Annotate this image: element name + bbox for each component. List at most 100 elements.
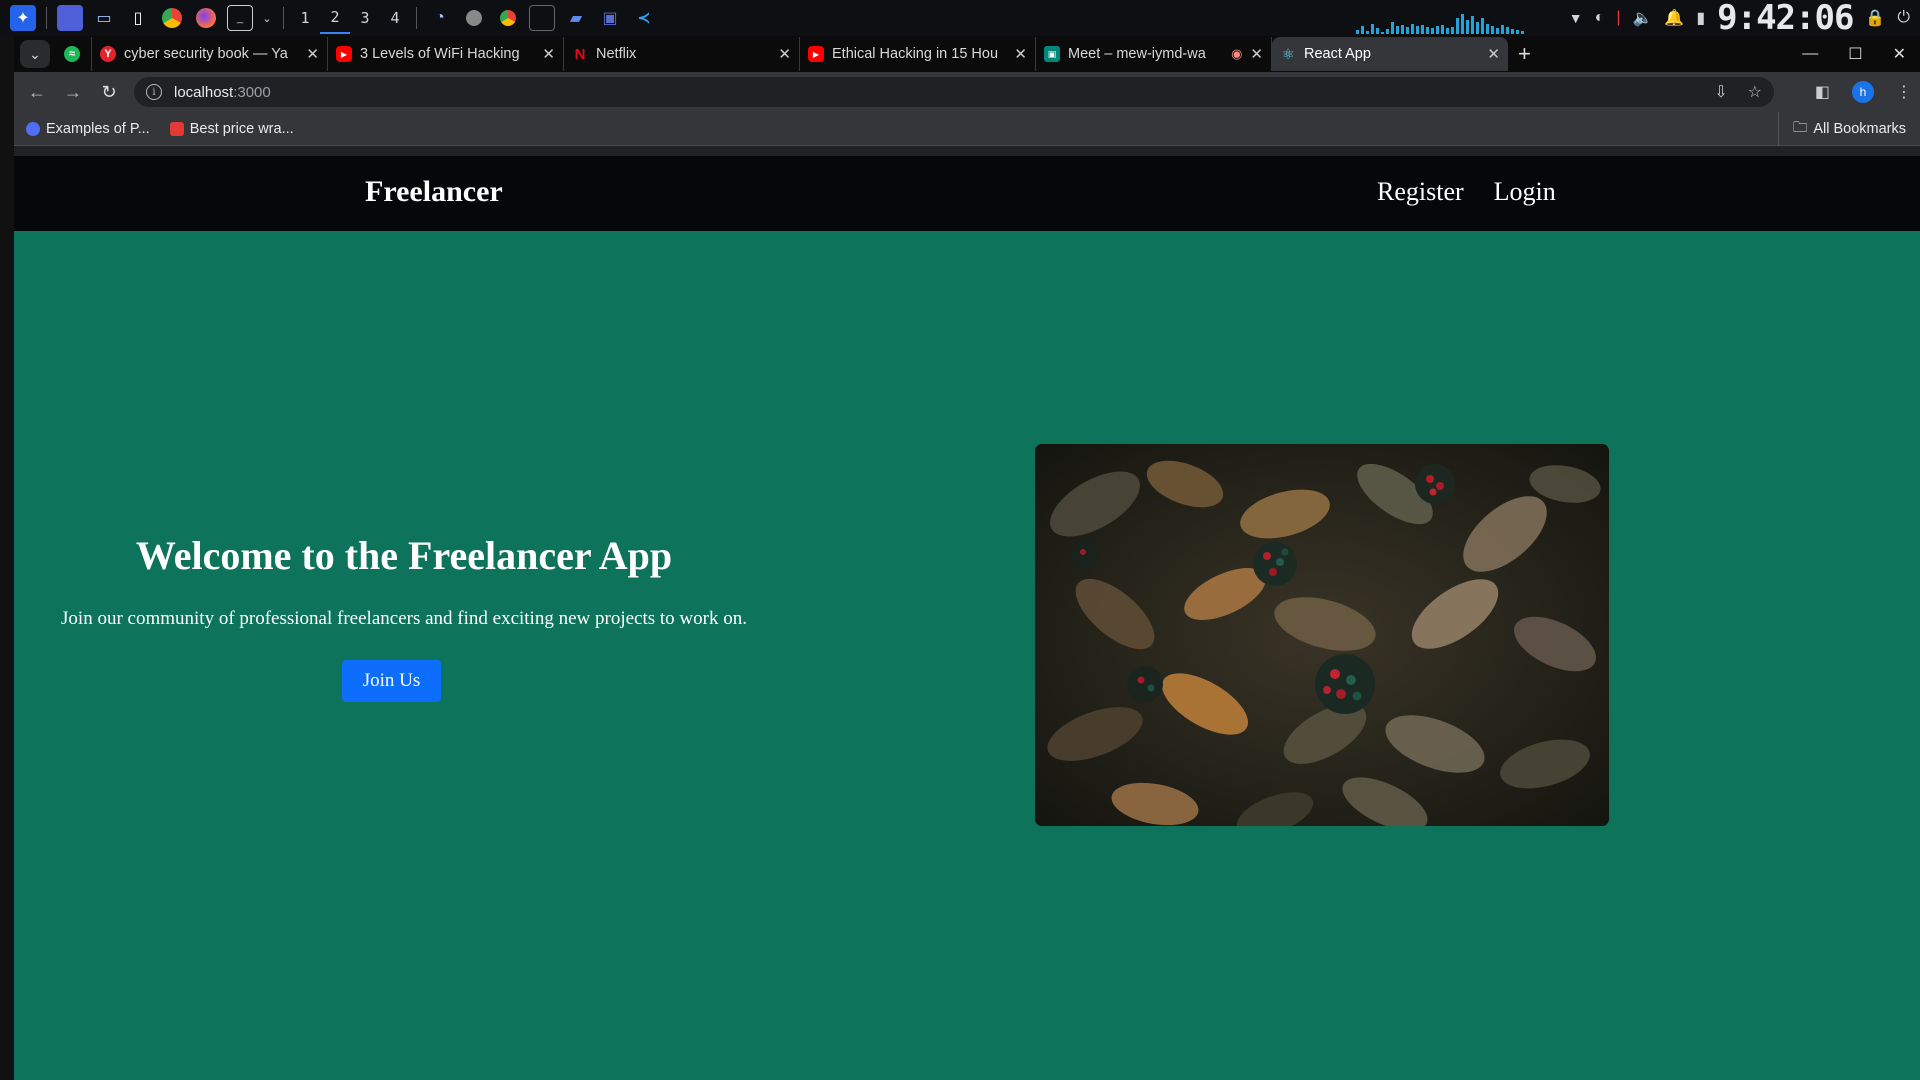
react-icon: ⚛ bbox=[1281, 45, 1295, 62]
chat-app-icon[interactable]: ▰ bbox=[563, 5, 589, 31]
bookmark-item[interactable]: Examples of P... bbox=[26, 121, 150, 137]
mic-muted-icon[interactable]: | bbox=[1616, 9, 1620, 27]
tab-strip: ⌄ ≈ Y cyber security book — Ya ✕ ▶ 3 Lev… bbox=[14, 36, 1920, 72]
workspace-3[interactable]: 3 bbox=[350, 3, 380, 33]
clock: 9:42:06 bbox=[1717, 0, 1854, 38]
recording-icon: ◉ bbox=[1231, 46, 1243, 61]
nav-links: Register Login bbox=[1377, 177, 1556, 207]
close-icon[interactable]: ✕ bbox=[1250, 45, 1263, 63]
brand-logo[interactable]: Freelancer bbox=[365, 175, 503, 209]
bookmark-item[interactable]: Best price wra... bbox=[169, 120, 294, 137]
all-bookmarks-label: All Bookmarks bbox=[1813, 121, 1906, 137]
netflix-icon: N bbox=[574, 45, 586, 63]
youtube-icon: ▶ bbox=[808, 46, 824, 62]
close-icon[interactable]: ✕ bbox=[306, 45, 319, 63]
meet-icon: ▣ bbox=[1044, 46, 1060, 62]
tab-title: Ethical Hacking in 15 Hou bbox=[832, 46, 999, 62]
web-page: Freelancer Register Login Welcome to the… bbox=[14, 156, 1920, 1080]
tab-yandex[interactable]: Y cyber security book — Ya ✕ bbox=[92, 37, 328, 71]
bookmark-favicon-icon bbox=[169, 121, 184, 136]
terminal-icon[interactable]: _ bbox=[227, 5, 253, 31]
wifi-icon[interactable]: ▼ bbox=[1569, 10, 1583, 26]
tab-search-icon[interactable]: ⌄ bbox=[20, 40, 50, 68]
document-icon[interactable]: ▯ bbox=[125, 5, 151, 31]
volume-icon[interactable]: 🔈 bbox=[1632, 8, 1652, 28]
close-icon[interactable]: ✕ bbox=[1487, 45, 1500, 63]
all-bookmarks[interactable]: 🗀 All Bookmarks bbox=[1777, 112, 1906, 146]
back-icon[interactable]: ← bbox=[20, 75, 54, 109]
maximize-icon[interactable]: ☐ bbox=[1848, 44, 1862, 64]
terminal-window-icon[interactable] bbox=[529, 5, 555, 31]
power-icon[interactable]: ⏻ bbox=[1897, 9, 1910, 27]
firefox-icon[interactable] bbox=[193, 5, 219, 31]
bell-icon[interactable]: 🔔 bbox=[1664, 8, 1684, 28]
yandex-icon: Y bbox=[100, 46, 116, 62]
minimize-icon[interactable]: — bbox=[1802, 45, 1818, 63]
timer-app-icon[interactable]: ◔ bbox=[427, 5, 453, 31]
url-host: localhost bbox=[174, 83, 234, 101]
url-port: :3000 bbox=[233, 83, 271, 101]
kebab-menu-icon[interactable]: ⋮ bbox=[1896, 82, 1912, 102]
tab-spotify[interactable]: ≈ bbox=[56, 37, 92, 71]
new-tab-icon[interactable]: + bbox=[1518, 41, 1531, 67]
network-activity-graph bbox=[1356, 8, 1536, 34]
tab-meet[interactable]: ▣ Meet – mew-iymd-wa ◉ ✕ bbox=[1036, 37, 1272, 71]
workspace-4[interactable]: 4 bbox=[380, 3, 410, 33]
chrome-icon[interactable] bbox=[159, 5, 185, 31]
tab-netflix[interactable]: N Netflix ✕ bbox=[564, 37, 800, 71]
profile-avatar[interactable]: h bbox=[1852, 81, 1874, 103]
close-icon[interactable]: ✕ bbox=[778, 45, 791, 63]
tab-react-app[interactable]: ⚛ React App ✕ bbox=[1272, 37, 1508, 71]
taskbar-separator bbox=[283, 7, 284, 29]
chrome-window-active-icon[interactable] bbox=[495, 5, 521, 31]
chrome-window-icon[interactable] bbox=[461, 5, 487, 31]
tab-title: cyber security book — Ya bbox=[124, 46, 288, 62]
close-icon[interactable]: ✕ bbox=[1014, 45, 1027, 63]
window-controls: — ☐ ✕ bbox=[1802, 36, 1906, 72]
lock-icon[interactable]: 🔒 bbox=[1865, 8, 1885, 28]
files-icon[interactable]: ▭ bbox=[91, 5, 117, 31]
youtube-icon: ▶ bbox=[336, 46, 352, 62]
workspace-1[interactable]: 1 bbox=[290, 3, 320, 33]
tab-wifi-hacking[interactable]: ▶ 3 Levels of WiFi Hacking ✕ bbox=[328, 37, 564, 71]
power-profile-icon[interactable]: ◐ bbox=[1595, 9, 1605, 27]
app-navbar: Freelancer Register Login bbox=[14, 156, 1920, 231]
forward-icon[interactable]: → bbox=[56, 75, 90, 109]
bookmarks-bar: Examples of P... Best price wra... 🗀 All… bbox=[14, 112, 1920, 146]
battery-icon[interactable]: ▮ bbox=[1696, 8, 1705, 28]
tab-title: Netflix bbox=[596, 46, 637, 62]
folder-icon: 🗀 bbox=[1792, 119, 1808, 136]
join-us-button[interactable]: Join Us bbox=[342, 660, 441, 702]
address-bar[interactable]: i localhost:3000 ⇩ ☆ bbox=[134, 77, 1774, 107]
launcher-icon[interactable]: ✦ bbox=[10, 5, 36, 31]
desktop-icon[interactable] bbox=[57, 5, 83, 31]
hero-image bbox=[1035, 444, 1609, 826]
vscode-icon[interactable]: ≺ bbox=[631, 5, 657, 31]
tab-ethical-hacking[interactable]: ▶ Ethical Hacking in 15 Hou ✕ bbox=[800, 37, 1036, 71]
close-window-icon[interactable]: ✕ bbox=[1893, 44, 1906, 64]
hero-title: Welcome to the Freelancer App bbox=[135, 533, 673, 578]
side-panel-icon[interactable]: ◧ bbox=[1815, 82, 1830, 102]
browser-window: ⌄ ≈ Y cyber security book — Ya ✕ ▶ 3 Lev… bbox=[14, 36, 1920, 1080]
taskbar-separator bbox=[46, 7, 47, 29]
tab-title: Meet – mew-iymd-wa bbox=[1068, 46, 1206, 62]
reload-icon[interactable]: ↻ bbox=[92, 75, 126, 109]
login-link[interactable]: Login bbox=[1494, 177, 1556, 207]
taskbar-separator bbox=[416, 7, 417, 29]
system-tray: ▼ ◐ | 🔈 🔔 ▮ 9:42:06 🔒 ⏻ bbox=[1569, 0, 1910, 38]
bookmark-label: Best price wra... bbox=[189, 120, 294, 137]
chevron-down-icon[interactable]: ⌄ bbox=[261, 5, 273, 31]
close-icon[interactable]: ✕ bbox=[542, 45, 555, 63]
workspace-2[interactable]: 2 bbox=[320, 2, 350, 34]
register-link[interactable]: Register bbox=[1377, 177, 1464, 207]
tab-title: React App bbox=[1304, 46, 1371, 62]
tab-title: 3 Levels of WiFi Hacking bbox=[360, 46, 520, 62]
virtualbox-icon[interactable]: ▣ bbox=[597, 5, 623, 31]
site-info-icon[interactable]: i bbox=[146, 84, 162, 100]
bookmark-star-icon[interactable]: ☆ bbox=[1748, 82, 1762, 102]
bookmark-label: Examples of P... bbox=[46, 120, 150, 137]
address-bar-actions: ⇩ ☆ bbox=[1714, 77, 1762, 107]
toolbar-right: ◧ h ⋮ bbox=[1815, 72, 1912, 112]
os-taskbar: ✦ ▭ ▯ _ ⌄ 1 2 3 4 ◔ ▰ ▣ ≺ ▼ ◐ | 🔈 🔔 ▮ 9:… bbox=[0, 0, 1920, 38]
install-app-icon[interactable]: ⇩ bbox=[1714, 82, 1727, 102]
